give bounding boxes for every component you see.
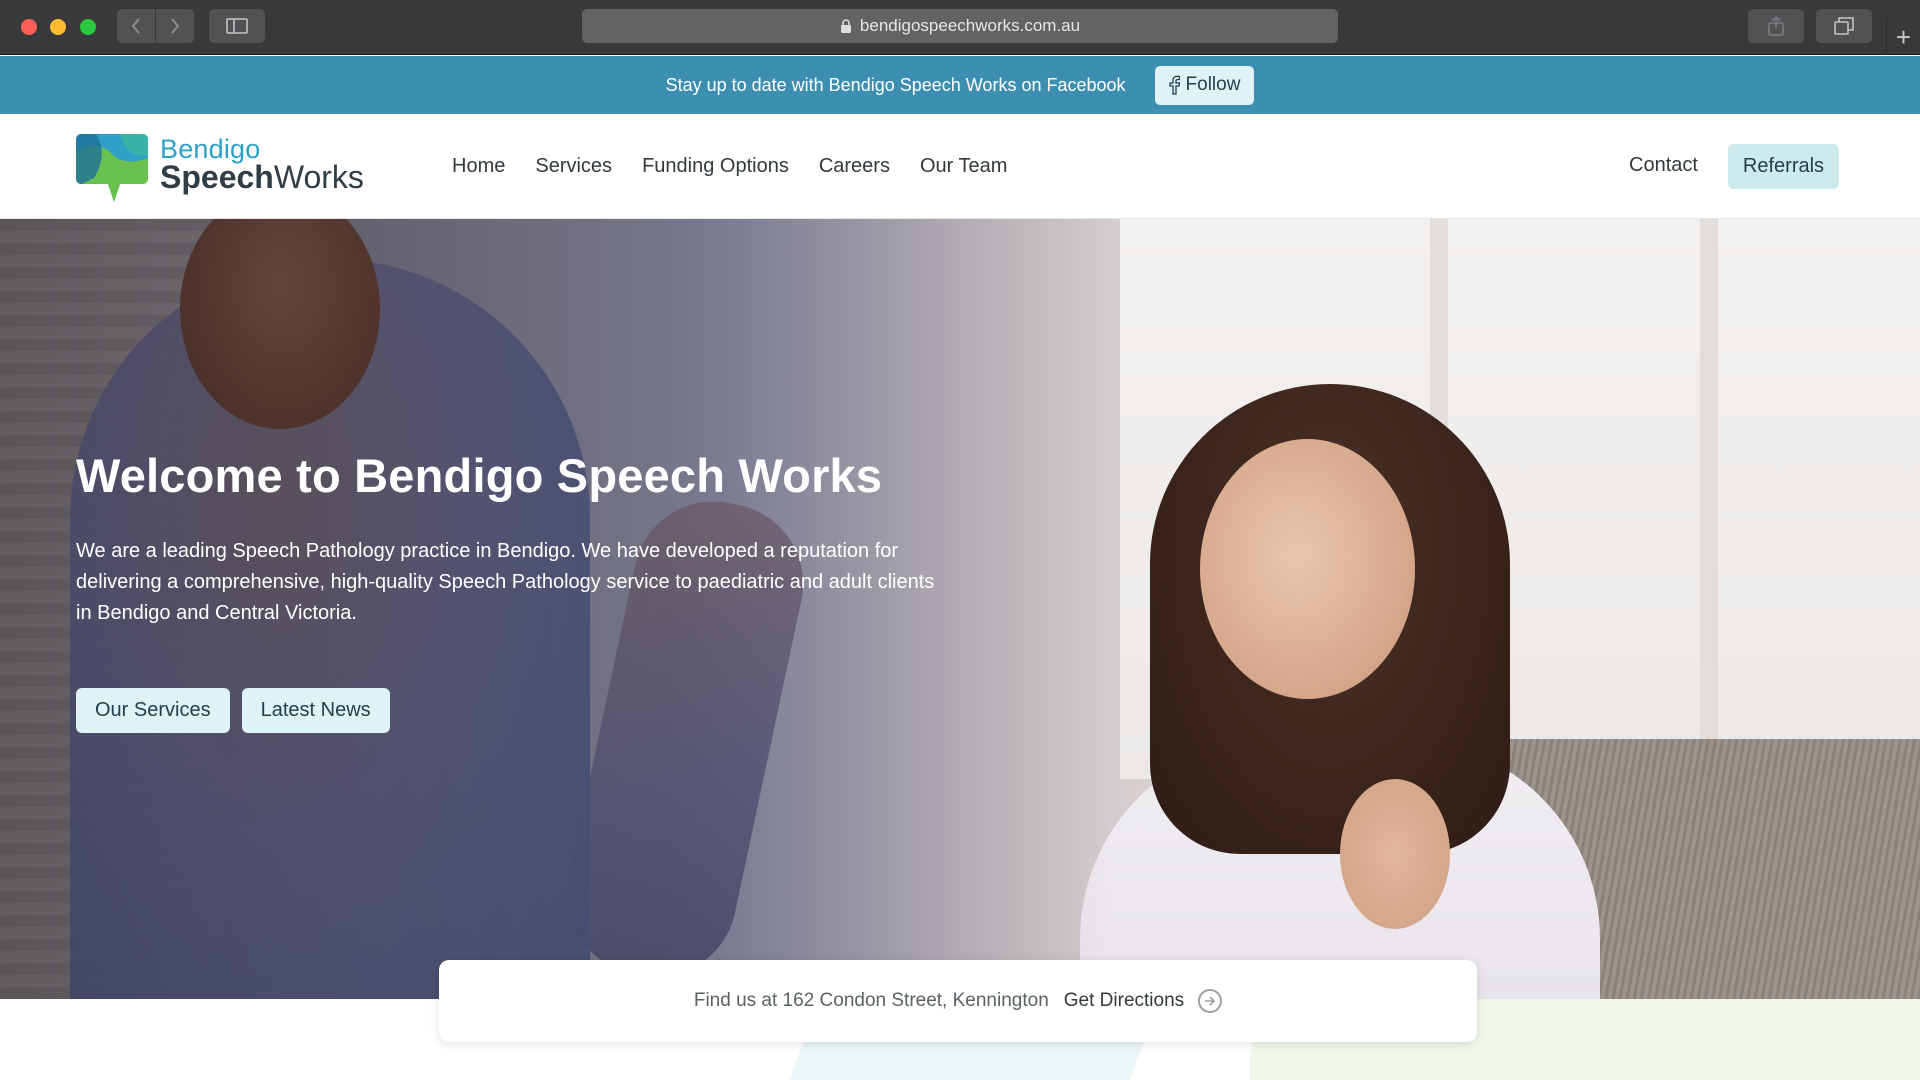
minimize-window-button[interactable] (50, 19, 66, 35)
nav-our-team[interactable]: Our Team (920, 155, 1007, 178)
site-header: Bendigo SpeechWorks Home Services Fundin… (0, 114, 1920, 219)
nav-funding-options[interactable]: Funding Options (642, 155, 789, 178)
logo-bold-text: Speech (160, 159, 274, 195)
chevron-left-icon (131, 18, 140, 34)
share-button[interactable] (1748, 9, 1804, 43)
get-directions-link[interactable]: Get Directions (1063, 989, 1223, 1013)
facebook-banner-text: Stay up to date with Bendigo Speech Work… (665, 74, 1126, 95)
site-logo[interactable]: Bendigo SpeechWorks (74, 132, 364, 204)
zoom-window-button[interactable] (80, 19, 96, 35)
latest-news-button[interactable]: Latest News (241, 687, 390, 733)
close-window-button[interactable] (21, 19, 37, 35)
nav-services[interactable]: Services (535, 155, 612, 178)
get-directions-label: Get Directions (1063, 990, 1185, 1011)
nav-careers[interactable]: Careers (819, 155, 890, 178)
sidebar-toggle-button[interactable] (209, 9, 265, 43)
address-bar[interactable]: bendigospeechworks.com.au (582, 9, 1338, 43)
browser-chrome: bendigospeechworks.com.au + (0, 0, 1920, 55)
nav-contact[interactable]: Contact (1629, 154, 1698, 177)
facebook-follow-button[interactable]: Follow (1154, 65, 1255, 105)
share-icon (1768, 16, 1784, 36)
facebook-banner: Stay up to date with Bendigo Speech Work… (0, 56, 1920, 114)
lock-icon (840, 18, 851, 33)
decorative-shape (775, 1039, 1145, 1080)
logo-rest-text: Works (273, 159, 364, 195)
speech-bubble-logo-icon (76, 134, 148, 202)
hero-section: Welcome to Bendigo Speech Works We are a… (0, 219, 1920, 999)
logo-wordmark: Bendigo SpeechWorks (160, 136, 364, 194)
forward-button[interactable] (156, 9, 194, 43)
arrow-right-circle-icon (1198, 989, 1223, 1013)
hero-buttons: Our Services Latest News (76, 687, 936, 733)
follow-label: Follow (1185, 74, 1241, 95)
logo-bottom-text: SpeechWorks (160, 161, 364, 193)
new-tab-button[interactable]: + (1886, 18, 1920, 55)
chevron-right-icon (171, 18, 180, 34)
referrals-button[interactable]: Referrals (1728, 144, 1839, 189)
sidebar-icon (226, 18, 248, 34)
main-nav: Home Services Funding Options Careers Ou… (452, 114, 1007, 219)
url-text: bendigospeechworks.com.au (859, 16, 1081, 35)
address-card: Find us at 162 Condon Street, Kennington… (439, 960, 1477, 1042)
back-button[interactable] (117, 9, 155, 43)
our-services-button[interactable]: Our Services (76, 687, 230, 733)
hero-title: Welcome to Bendigo Speech Works (76, 449, 883, 502)
address-text: Find us at 162 Condon Street, Kennington (693, 990, 1049, 1011)
tabs-icon (1834, 17, 1854, 35)
hero-description: We are a leading Speech Pathology practi… (76, 539, 935, 624)
facebook-icon (1168, 75, 1180, 95)
nav-home[interactable]: Home (452, 155, 505, 178)
hero-content: Welcome to Bendigo Speech Works We are a… (76, 450, 936, 733)
tab-overview-button[interactable] (1816, 9, 1872, 43)
